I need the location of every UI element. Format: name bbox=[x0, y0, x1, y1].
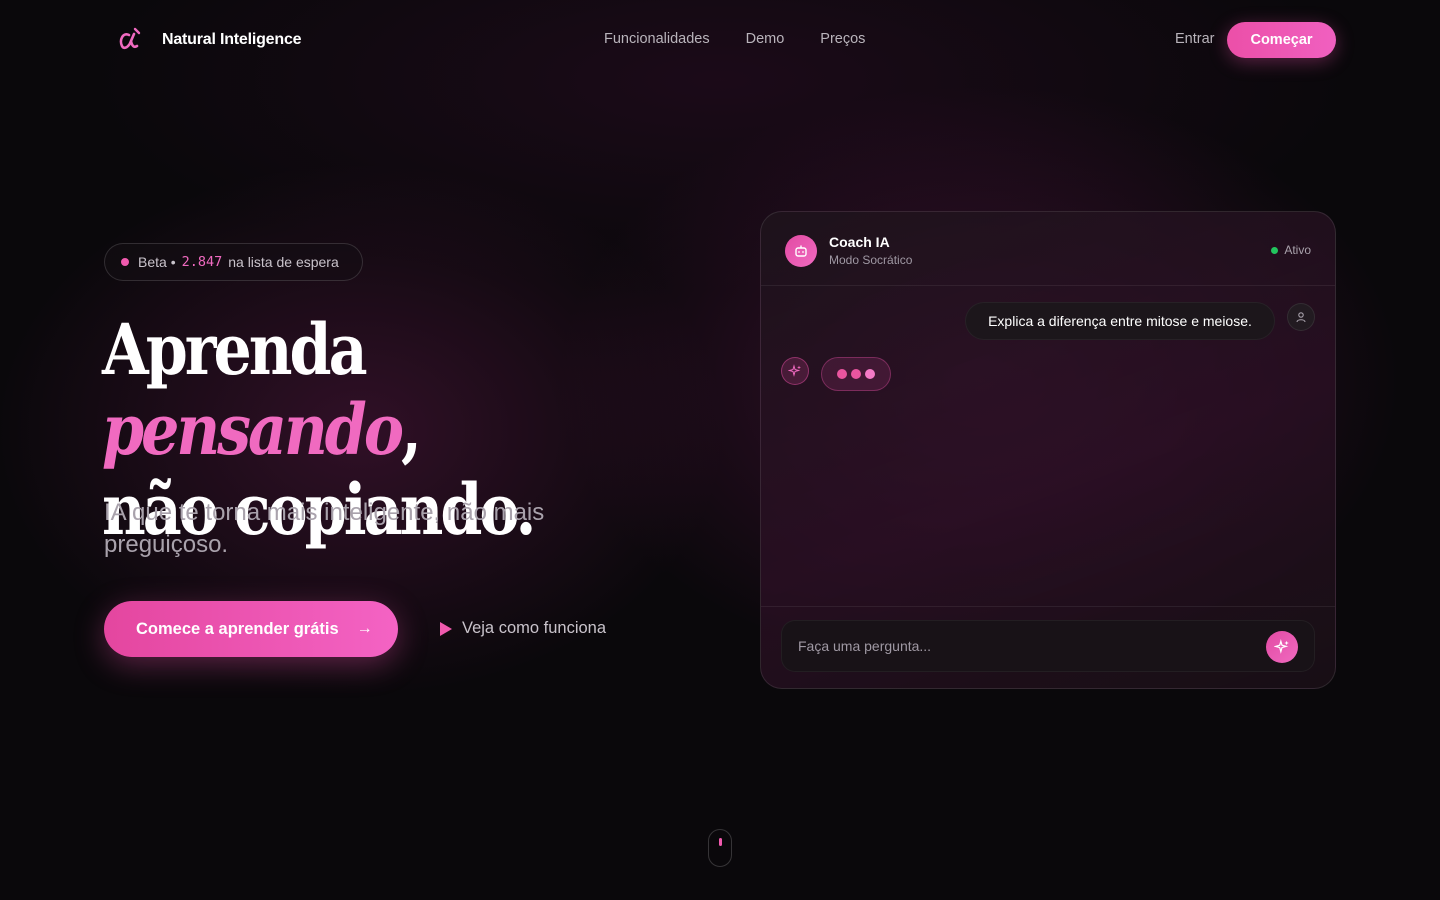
typing-indicator bbox=[821, 357, 891, 391]
chat-card: Coach IA Modo Socrático Ativo Explica a … bbox=[760, 211, 1336, 689]
chat-header: Coach IA Modo Socrático Ativo bbox=[761, 212, 1335, 286]
question-input[interactable] bbox=[798, 621, 1258, 671]
typing-dot bbox=[851, 369, 861, 379]
watch-demo-link[interactable]: Veja como funciona bbox=[440, 619, 606, 638]
brand-name: Natural Inteligence bbox=[162, 31, 302, 48]
nav-link-demo[interactable]: Demo bbox=[746, 31, 785, 47]
brand-logo-icon bbox=[119, 27, 141, 50]
start-learning-button[interactable]: Comece a aprender grátis → bbox=[104, 601, 398, 657]
brand[interactable]: Natural Inteligence bbox=[116, 26, 302, 54]
send-button[interactable] bbox=[1266, 631, 1298, 663]
typing-dot bbox=[837, 369, 847, 379]
sparkles-icon bbox=[781, 357, 809, 385]
status-dot bbox=[1271, 246, 1279, 254]
headline-word-1: Aprenda bbox=[102, 308, 368, 391]
play-icon bbox=[440, 621, 452, 636]
coach-name: Coach IA bbox=[829, 234, 890, 250]
scroll-wheel bbox=[719, 838, 722, 846]
chat-input-area bbox=[761, 606, 1335, 688]
user-icon bbox=[1287, 303, 1315, 331]
waitlist-count: 2.847 bbox=[181, 254, 223, 270]
watch-label: Veja como funciona bbox=[462, 619, 607, 637]
user-message: Explica a diferença entre mitose e meios… bbox=[965, 302, 1275, 340]
arrow-right-icon: → bbox=[356, 620, 373, 637]
sparkles-icon bbox=[1274, 639, 1289, 654]
robot-icon bbox=[785, 235, 817, 267]
headline-comma: , bbox=[400, 388, 422, 471]
mouse-scroll-icon[interactable] bbox=[708, 829, 732, 867]
nav-link-funcionalidades[interactable]: Funcionalidades bbox=[604, 31, 710, 47]
badge-dot bbox=[121, 258, 129, 266]
start-button[interactable]: Começar bbox=[1227, 22, 1336, 58]
nav-link-precos[interactable]: Preços bbox=[820, 31, 865, 47]
status-indicator: Ativo bbox=[1271, 243, 1311, 257]
nav-links: Funcionalidades Demo Preços bbox=[604, 31, 865, 47]
badge-suffix: na lista de espera bbox=[228, 254, 339, 270]
waitlist-badge: Beta • 2.847 na lista de espera bbox=[104, 243, 363, 281]
login-link[interactable]: Entrar bbox=[1175, 31, 1215, 47]
top-nav: Natural Inteligence Funcionalidades Demo… bbox=[0, 0, 1440, 80]
landing-page: Natural Inteligence Funcionalidades Demo… bbox=[0, 0, 1440, 900]
hero-subtitle: IA que te torna mais inteligente, não ma… bbox=[104, 499, 545, 558]
cta-label: Comece a aprender grátis bbox=[136, 619, 339, 638]
status-label: Ativo bbox=[1284, 243, 1311, 257]
coach-mode: Modo Socrático bbox=[829, 253, 913, 267]
headline-accent: pensando bbox=[102, 388, 404, 471]
typing-dot bbox=[865, 369, 875, 379]
badge-prefix: Beta • bbox=[138, 254, 176, 270]
chat-input-box bbox=[781, 620, 1315, 672]
